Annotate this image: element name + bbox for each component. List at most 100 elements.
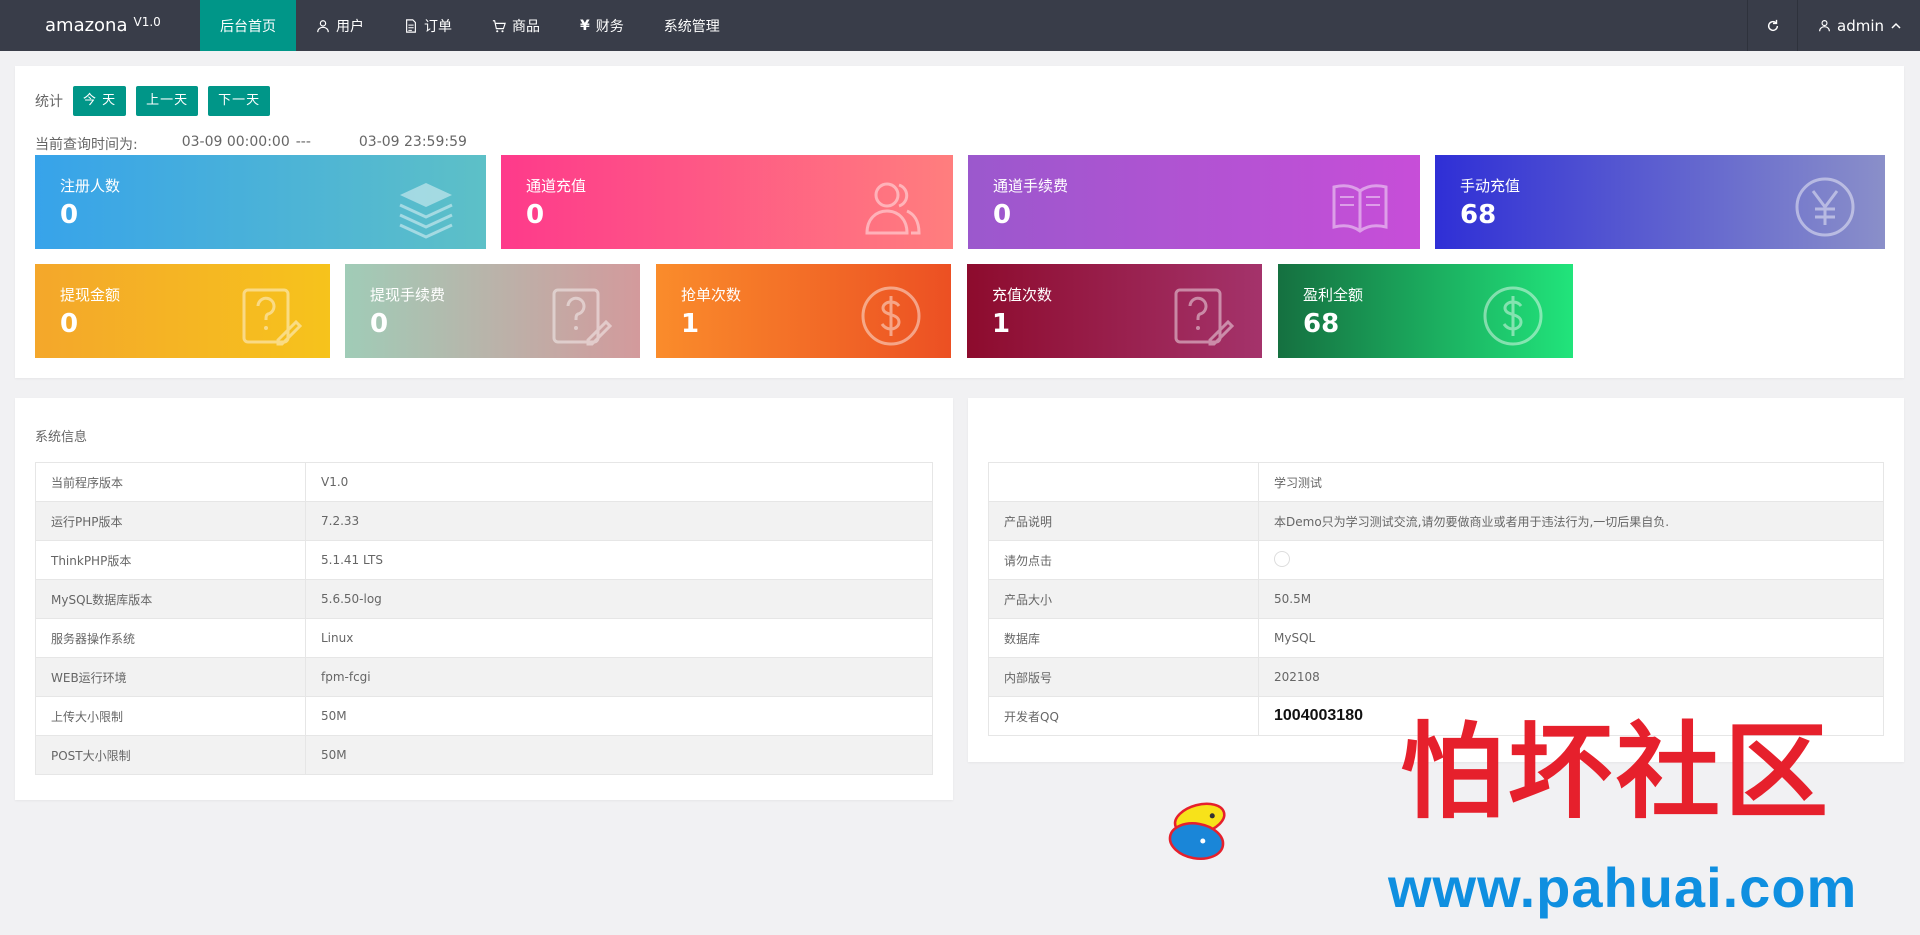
table-key <box>988 462 1259 502</box>
table-row: 当前程序版本 V1.0 <box>35 462 933 502</box>
refresh-button[interactable] <box>1747 0 1797 51</box>
refresh-icon <box>1767 19 1778 31</box>
stat-card-label: 手动充值 <box>1460 177 1521 195</box>
nav-item-label: 用户 <box>336 18 364 35</box>
statistics-panel: 统计 今 天 上一天 下一天 当前查询时间为: 03-09 00:00:00 -… <box>15 66 1904 378</box>
stat-card-value: 1 <box>992 309 1011 339</box>
stat-card-withdraw-amount[interactable]: 提现金额 0 <box>35 264 330 358</box>
stat-card-manual-recharge[interactable]: 手动充值 68 <box>1435 155 1885 249</box>
question-edit-icon <box>1174 288 1234 346</box>
nav-item-finance[interactable]: ¥ 财务 <box>560 0 644 51</box>
prev-day-button[interactable]: 上一天 <box>136 86 199 116</box>
nav-item-system[interactable]: 系统管理 <box>644 0 740 51</box>
stat-card-withdraw-fee[interactable]: 提现手续费 0 <box>345 264 640 358</box>
table-value[interactable] <box>1258 540 1884 580</box>
product-info-table: 学习测试 产品说明 本Demo只为学习测试交流,请勿要做商业或者用于违法行为,一切… <box>988 462 1884 736</box>
stat-card-channel-recharge[interactable]: 通道充值 0 <box>501 155 953 249</box>
users-icon <box>865 182 921 235</box>
table-key: 运行PHP版本 <box>35 501 306 541</box>
stat-card-value: 68 <box>1303 309 1340 339</box>
app-logo[interactable]: amazona V1.0 <box>0 0 200 51</box>
stat-card-label: 通道手续费 <box>993 177 1069 195</box>
table-value: fpm-fcgi <box>305 657 933 697</box>
stat-card-value: 0 <box>526 200 545 230</box>
query-time: 当前查询时间为: 03-09 00:00:00 --- 03-09 23:59:… <box>35 134 467 154</box>
stat-label: 统计 <box>35 94 63 110</box>
table-row: 产品说明 本Demo只为学习测试交流,请勿要做商业或者用于违法行为,一切后果自负. <box>988 501 1884 541</box>
table-row: POST大小限制 50M <box>35 735 933 775</box>
question-edit-icon <box>242 288 302 346</box>
cart-icon <box>492 19 506 32</box>
stat-card-label: 注册人数 <box>60 177 121 195</box>
stat-card-channel-fee[interactable]: 通道手续费 0 <box>968 155 1420 249</box>
do-not-click-link[interactable] <box>1274 550 1290 567</box>
header-right: admin <box>1747 0 1920 51</box>
dollar-circle-icon <box>861 286 921 346</box>
watermark-text: 怕坏社区 <box>1400 710 1833 833</box>
table-value: 7.2.33 <box>305 501 933 541</box>
nav-item-label: 商品 <box>512 18 540 35</box>
nav-item-products[interactable]: 商品 <box>472 0 560 51</box>
next-day-button[interactable]: 下一天 <box>208 86 271 116</box>
today-button[interactable]: 今 天 <box>73 86 127 116</box>
nav-item-home[interactable]: 后台首页 <box>200 0 296 51</box>
table-key: 上传大小限制 <box>35 696 306 736</box>
table-row: 产品大小 50.5M <box>988 579 1884 619</box>
table-value: 202108 <box>1258 657 1884 697</box>
query-end-time: 03-09 23:59:59 <box>358 134 467 150</box>
stat-card-label: 盈利全额 <box>1303 286 1364 304</box>
nav-item-users[interactable]: 用户 <box>296 0 384 51</box>
stat-card-label: 充值次数 <box>992 286 1053 304</box>
top-navbar: amazona V1.0 后台首页 用户 订单 商品 ¥ 财务 系统管理 adm… <box>0 0 1920 51</box>
table-value: 50M <box>305 735 933 775</box>
watermark-fish-logo <box>1168 802 1226 860</box>
table-value: V1.0 <box>305 462 933 502</box>
nav-item-label: 系统管理 <box>663 18 720 35</box>
table-key: 数据库 <box>988 618 1259 658</box>
nav-item-label: 后台首页 <box>220 18 276 35</box>
stat-card-recharge-count[interactable]: 充值次数 1 <box>967 264 1262 358</box>
stat-card-value: 0 <box>60 200 79 230</box>
table-key: 服务器操作系统 <box>35 618 306 658</box>
user-name: admin <box>1837 16 1884 35</box>
book-icon <box>1332 184 1388 233</box>
stat-card-label: 提现金额 <box>60 286 121 304</box>
system-info-panel: 系统信息 当前程序版本 V1.0 运行PHP版本 7.2.33 ThinkPHP版本… <box>15 398 953 800</box>
yen-icon: ¥ <box>580 17 590 34</box>
table-key: 请勿点击 <box>988 540 1259 580</box>
query-separator: --- <box>295 134 311 150</box>
table-key: 当前程序版本 <box>35 462 306 502</box>
stat-card-registrations[interactable]: 注册人数 0 <box>35 155 486 249</box>
table-row: MySQL数据库版本 5.6.50-log <box>35 579 933 619</box>
table-row: 内部版号 202108 <box>988 657 1884 697</box>
nav-item-label: 财务 <box>595 18 624 35</box>
table-value: 50.5M <box>1258 579 1884 619</box>
user-icon <box>1819 20 1830 32</box>
system-info-table: 当前程序版本 V1.0 运行PHP版本 7.2.33 ThinkPHP版本 5.1.4… <box>35 462 933 775</box>
table-row: 服务器操作系统 Linux <box>35 618 933 658</box>
stat-card-value: 68 <box>1460 200 1497 230</box>
nav-item-orders[interactable]: 订单 <box>384 0 472 51</box>
document-icon <box>406 18 416 33</box>
user-menu[interactable]: admin <box>1797 0 1920 51</box>
main-nav: 后台首页 用户 订单 商品 ¥ 财务 系统管理 <box>200 0 740 51</box>
table-key: POST大小限制 <box>35 735 306 775</box>
panel-title: 系统信息 <box>35 430 88 445</box>
stat-card-profit-amount[interactable]: 盈利全额 68 <box>1278 264 1573 358</box>
stat-card-label: 提现手续费 <box>370 286 446 304</box>
table-value: Linux <box>305 618 933 658</box>
stat-card-value: 0 <box>993 200 1012 230</box>
table-value: 学习测试 <box>1258 462 1884 502</box>
stat-card-value: 0 <box>370 309 389 339</box>
stat-card-grab-count[interactable]: 抢单次数 1 <box>656 264 951 358</box>
stat-controls: 统计 今 天 上一天 下一天 <box>35 86 271 116</box>
table-row: 请勿点击 <box>988 540 1884 580</box>
nav-item-label: 订单 <box>424 18 452 35</box>
table-key: 产品说明 <box>988 501 1259 541</box>
stat-card-label: 抢单次数 <box>681 286 742 304</box>
table-row: 运行PHP版本 7.2.33 <box>35 501 933 541</box>
watermark-url: www.pahuai.com <box>1388 856 1858 919</box>
table-value: 50M <box>305 696 933 736</box>
table-row: 上传大小限制 50M <box>35 696 933 736</box>
stat-card-value: 1 <box>681 309 700 339</box>
